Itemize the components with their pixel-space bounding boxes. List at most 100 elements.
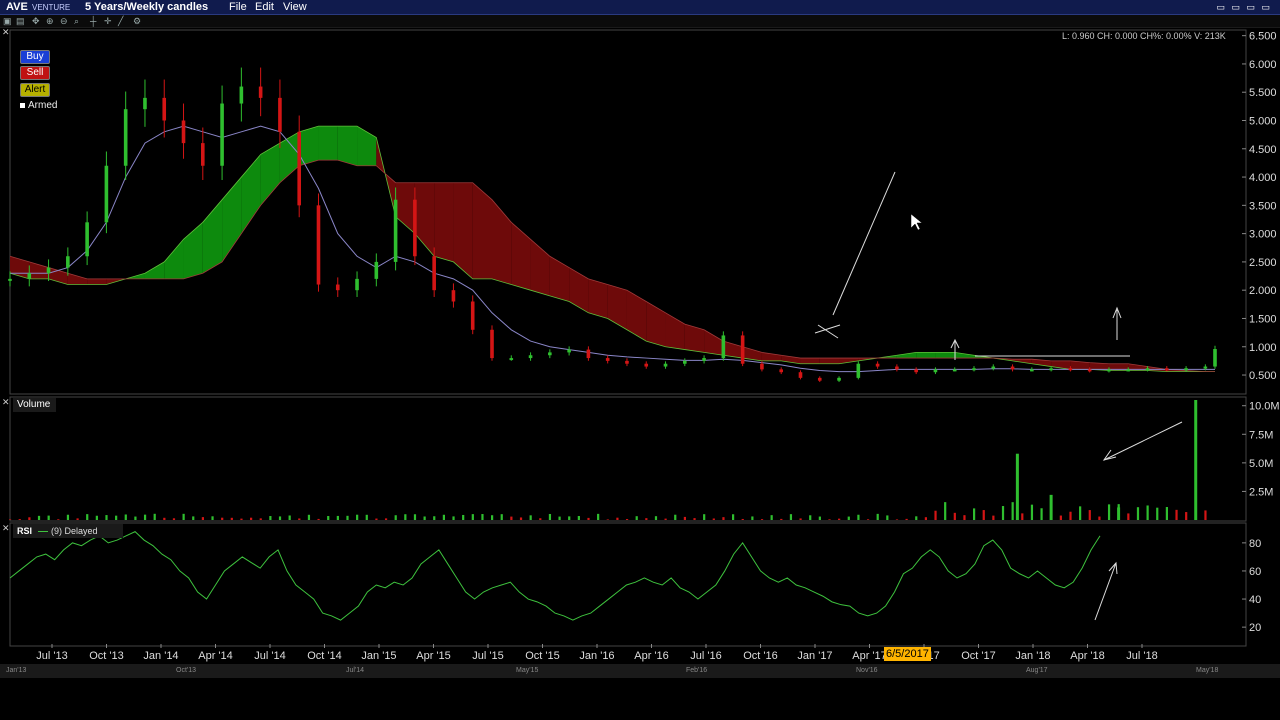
candle-body [85, 222, 89, 257]
candle-body [104, 165, 109, 223]
volume-bar [269, 516, 272, 520]
ichimoku-cloud-segment [67, 273, 88, 285]
volume-bar [1088, 510, 1091, 520]
volume-bar [760, 519, 764, 520]
armed-label: Armed [28, 100, 58, 111]
candle-body [567, 349, 571, 353]
x-tick-label: Apr '15 [416, 650, 451, 662]
sell-button[interactable]: Sell [20, 66, 50, 80]
volume-pane-label[interactable]: Volume [13, 398, 56, 412]
ichimoku-cloud-segment [222, 177, 242, 262]
volume-bar [606, 519, 609, 520]
price-pane-border [9, 29, 1247, 395]
candle-body [316, 205, 321, 285]
volume-bar [1175, 509, 1178, 520]
candle-body [297, 131, 301, 206]
rsi-params: (9) Delayed [51, 526, 98, 536]
volume-bar [953, 512, 956, 520]
buy-button[interactable]: Buy [20, 50, 50, 64]
volume-bar [307, 514, 311, 520]
ichimoku-cloud-segment [511, 222, 531, 291]
x-tick-label: Oct '17 [961, 650, 996, 662]
rsi-tick-label: 80 [1249, 538, 1261, 550]
candle-body [1126, 369, 1131, 372]
y-tick-label: 4.500 [1249, 144, 1277, 156]
candle-body [528, 355, 533, 359]
candle-body [663, 363, 668, 367]
y-tick-label: 1.500 [1249, 313, 1277, 325]
ichimoku-cloud-segment [492, 199, 512, 285]
volume-bar [1117, 507, 1121, 520]
candle-body [1087, 369, 1092, 372]
volume-bar [799, 518, 802, 520]
volume-bar [124, 514, 127, 520]
candle-body [625, 360, 629, 364]
volume-bar [298, 518, 301, 520]
ichimoku-cloud-segment [434, 182, 454, 262]
candle-body [1107, 369, 1111, 372]
candle-body [335, 284, 340, 291]
volume-bar [732, 514, 735, 520]
volume-bar [404, 514, 407, 520]
candle-body [1010, 366, 1015, 370]
armed-toggle[interactable]: Armed [20, 100, 57, 111]
volume-bar [529, 515, 532, 520]
volume-bar [28, 517, 31, 520]
time-navigator[interactable]: Jan'13 Oct'13 Jul'14 May'15 Feb'16 Nov'1… [0, 664, 1280, 678]
ichimoku-cloud-segment [704, 329, 724, 356]
cursor-date-badge: 6/5/2017 [884, 647, 931, 661]
candle-body [586, 349, 591, 359]
close-volume-pane-icon[interactable]: ✕ [2, 397, 10, 408]
volume-bar [442, 514, 445, 520]
rsi-swatch [38, 531, 49, 533]
nav-label: Nov'16 [856, 667, 878, 674]
volume-bar [664, 518, 667, 520]
volume-bar [66, 514, 70, 520]
y-tick-label: 3.500 [1249, 200, 1277, 212]
volume-bar [847, 516, 850, 520]
close-price-pane-icon[interactable]: ✕ [2, 27, 10, 38]
ichimoku-cloud-segment [646, 301, 666, 347]
candle-body [46, 267, 51, 274]
x-tick-label: Jan '16 [579, 650, 614, 662]
volume-bar [1040, 508, 1043, 520]
volume-tick-label: 5.0M [1249, 458, 1273, 470]
volume-bar [346, 515, 349, 520]
close-rsi-pane-icon[interactable]: ✕ [2, 523, 10, 534]
candle-body [605, 358, 610, 361]
volume-bar [1001, 506, 1005, 520]
volume-bar [500, 514, 503, 520]
candle-body [721, 335, 726, 359]
chart-canvas[interactable]: 0.500 1.000 1.500 2.000 2.500 3.000 3.500 4.000… [0, 0, 1280, 720]
candle-body [220, 103, 224, 166]
rsi-line [9, 531, 1101, 621]
rsi-tick-label: 60 [1249, 566, 1261, 578]
nav-label: May'15 [516, 667, 539, 674]
y-tick-label: 2.500 [1249, 257, 1277, 269]
volume-bar [693, 518, 696, 520]
volume-bar [1146, 505, 1149, 520]
volume-bar [423, 516, 426, 520]
alert-button[interactable]: Alert [20, 83, 50, 97]
candle-body [123, 109, 128, 166]
volume-bar [172, 518, 176, 520]
volume-bar [317, 518, 320, 520]
volume-bar [413, 514, 417, 520]
volume-bar [201, 517, 204, 520]
volume-bar [230, 517, 233, 520]
x-tick-label: Jul '14 [254, 650, 285, 662]
y-tick-label: 1.000 [1249, 342, 1277, 354]
x-tick-label: Jul '15 [472, 650, 503, 662]
volume-bar [944, 502, 947, 520]
candle-body [355, 278, 359, 291]
volume-bar [259, 518, 262, 520]
nav-label: Jul'14 [346, 667, 365, 674]
candle-body [490, 329, 494, 359]
volume-bar [934, 510, 937, 520]
volume-bar [433, 516, 436, 520]
volume-bar [924, 517, 927, 520]
volume-bar [780, 518, 783, 520]
candle-body [644, 363, 649, 367]
x-tick-label: Oct '13 [89, 650, 124, 662]
rsi-pane-label[interactable]: RSI (9) Delayed [13, 524, 123, 538]
